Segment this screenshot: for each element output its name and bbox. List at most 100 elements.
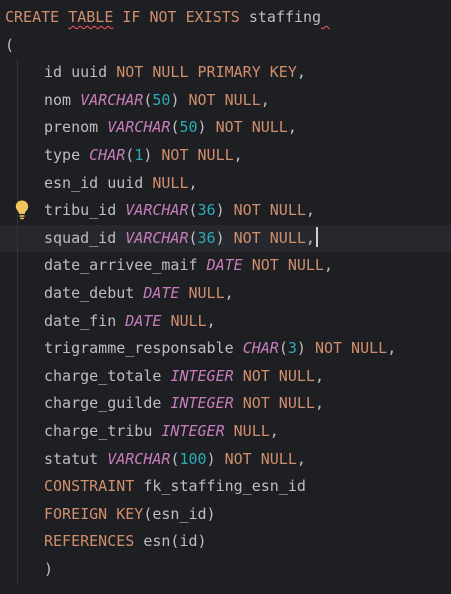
code-token: ) — [296, 339, 315, 358]
code-token: VARCHAR — [107, 118, 171, 137]
code-line[interactable]: prenom VARCHAR(50) NOT NULL, — [0, 114, 451, 142]
code-token: VARCHAR — [125, 228, 189, 247]
indent-guide — [17, 224, 18, 253]
code-token: TABLE — [68, 8, 114, 26]
indent-guide — [17, 86, 18, 115]
code-token: 1 — [134, 145, 144, 164]
lightbulb-icon[interactable] — [14, 199, 30, 221]
code-token: , — [305, 201, 315, 220]
code-token: 50 — [179, 118, 198, 137]
code-token: NOT NULL — [161, 145, 234, 164]
code-line[interactable]: charge_guilde INTEGER NOT NULL, — [0, 390, 451, 418]
code-line[interactable]: FOREIGN KEY(esn_id) — [0, 500, 451, 529]
code-line[interactable]: esn_id uuid NULL, — [0, 169, 451, 198]
code-token: ( — [278, 339, 288, 358]
code-token: INTEGER — [170, 366, 234, 385]
code-token: NOT NULL — [233, 201, 306, 220]
indent-guide — [17, 335, 18, 363]
indent-guide — [17, 445, 18, 474]
code-token: IF — [122, 8, 141, 26]
code-token: CONSTRAINT — [44, 477, 135, 496]
code-token: id uuid — [44, 63, 117, 82]
code-token: ) — [197, 118, 216, 137]
code-line[interactable]: trigramme_responsable CHAR(3) NOT NULL, — [0, 335, 451, 363]
code-token: NULL — [152, 173, 189, 192]
indent-guide — [17, 555, 18, 584]
code-token: , — [287, 118, 297, 137]
code-line[interactable]: charge_totale INTEGER NOT NULL, — [0, 362, 451, 391]
code-token: NOT NULL — [233, 228, 306, 247]
code-line[interactable]: tribu_id VARCHAR(36) NOT NULL, — [0, 197, 451, 225]
code-line[interactable]: statut VARCHAR(100) NOT NULL, — [0, 445, 451, 474]
code-token: esn_id uuid — [44, 173, 153, 192]
code-line[interactable]: date_debut DATE NULL, — [0, 279, 451, 308]
code-token: , — [188, 173, 198, 192]
code-token: 3 — [287, 339, 297, 358]
code-token: 36 — [197, 201, 216, 220]
code-token: 100 — [179, 449, 207, 468]
code-line[interactable]: charge_tribu INTEGER NULL, — [0, 417, 451, 446]
code-token: , — [260, 90, 270, 109]
code-line[interactable]: REFERENCES esn(id) — [0, 528, 451, 556]
code-token: , — [206, 311, 216, 330]
code-token: date_arrivee_maif — [44, 256, 207, 275]
code-line[interactable]: ( — [0, 32, 451, 60]
indent-guide — [17, 417, 18, 446]
code-line[interactable]: id uuid NOT NULL PRIMARY KEY, — [0, 59, 451, 87]
code-token: ) — [206, 449, 225, 468]
code-token: , — [269, 421, 279, 440]
code-token: nom — [44, 90, 81, 109]
code-token: , — [305, 228, 315, 247]
code-token: CHAR — [89, 145, 126, 164]
code-token: ) — [215, 228, 234, 247]
indent-guide — [17, 169, 18, 198]
code-line[interactable]: ) — [0, 555, 451, 584]
code-token: FOREIGN KEY — [44, 504, 144, 523]
code-token: , — [314, 366, 324, 385]
code-token: squad_id — [44, 228, 126, 247]
code-token: 36 — [197, 228, 216, 247]
code-token: type — [44, 145, 90, 164]
code-line[interactable]: CREATE TABLE IF NOT EXISTS staffing — [0, 4, 451, 32]
indent-guide — [17, 307, 18, 336]
code-token: INTEGER — [161, 421, 225, 440]
indent-guide — [17, 390, 18, 418]
code-line[interactable]: nom VARCHAR(50) NOT NULL, — [0, 86, 451, 115]
code-token: charge_guilde — [44, 394, 171, 413]
code-token: , — [233, 145, 243, 164]
code-token: charge_totale — [44, 366, 171, 385]
code-token: VARCHAR — [125, 201, 189, 220]
code-line[interactable]: CONSTRAINT fk_staffing_esn_id — [0, 473, 451, 501]
code-token: ( — [188, 228, 198, 247]
code-editor[interactable]: CREATE TABLE IF NOT EXISTS staffing (id … — [0, 0, 451, 594]
code-token: NOT NULL — [188, 90, 261, 109]
code-token: NOT NULL — [242, 366, 315, 385]
code-token: NOT NULL — [224, 449, 297, 468]
code-line[interactable]: type CHAR(1) NOT NULL, — [0, 141, 451, 170]
code-token: VARCHAR — [107, 449, 171, 468]
indent-guide — [17, 252, 18, 280]
code-token: ) — [170, 90, 189, 109]
indent-guide — [17, 279, 18, 308]
code-token: ( — [188, 201, 198, 220]
code-token: , — [296, 63, 306, 82]
code-token: , — [296, 449, 306, 468]
code-line[interactable]: squad_id VARCHAR(36) NOT NULL, — [0, 224, 451, 253]
code-line[interactable]: date_arrivee_maif DATE NOT NULL, — [0, 252, 451, 280]
code-token: REFERENCES — [44, 532, 135, 551]
code-token: , — [387, 339, 397, 358]
code-token: CHAR — [242, 339, 279, 358]
indent-guide — [17, 114, 18, 142]
code-token: date_debut — [44, 283, 144, 302]
code-token: DATE — [143, 283, 180, 302]
code-token: EXISTS — [185, 8, 240, 26]
code-token: ( — [125, 145, 135, 164]
code-token: date_fin — [44, 311, 126, 330]
code-token: esn(id) — [134, 532, 207, 551]
code-line[interactable]: date_fin DATE NULL, — [0, 307, 451, 336]
